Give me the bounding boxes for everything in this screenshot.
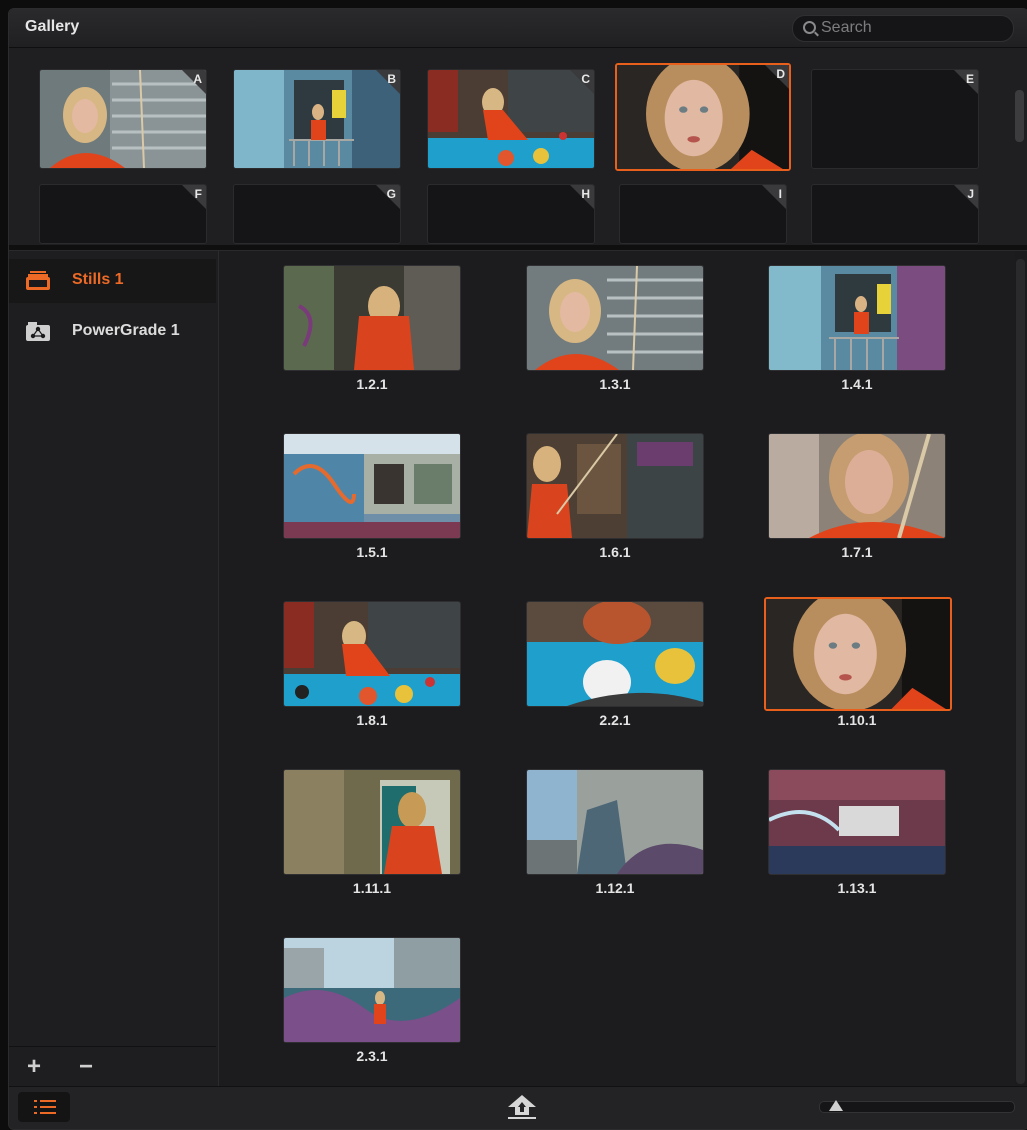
export-icon[interactable] — [505, 1093, 539, 1121]
album-label: PowerGrade 1 — [72, 322, 180, 339]
memory-label-i: I — [778, 187, 782, 201]
still-thumbnail — [769, 266, 945, 370]
memories-scrollbar[interactable] — [1015, 90, 1024, 142]
still-label: 1.12.1 — [595, 880, 635, 896]
memory-label-f: F — [194, 187, 202, 201]
stills-grid: 1.2.1 1.3.1 1.4.1 1.5.1 1.6.1 1.7.1 1.8.… — [219, 251, 1015, 1086]
still-label: 1.4.1 — [841, 376, 873, 392]
add-album-button[interactable]: + — [27, 1053, 41, 1081]
memory-slot-g[interactable]: G — [233, 184, 401, 244]
powergrade-album-icon — [26, 322, 50, 341]
memory-label-b: B — [387, 72, 396, 86]
memory-slot-h[interactable]: H — [427, 184, 595, 244]
still-label: 2.3.1 — [356, 1048, 388, 1064]
memory-label-h: H — [581, 187, 590, 201]
memory-label-a: A — [193, 72, 202, 86]
memory-slot-b[interactable]: B — [233, 69, 401, 169]
stills-album-icon — [26, 271, 50, 290]
still-thumbnail — [527, 770, 703, 874]
still-thumbnail — [527, 602, 703, 706]
still-thumbnail — [284, 938, 460, 1042]
album-sidebar: Stills 1 PowerGrade 1 + − — [9, 251, 219, 1086]
still-label: 1.13.1 — [837, 880, 877, 896]
remove-album-button[interactable]: − — [79, 1053, 93, 1081]
still-label: 1.2.1 — [356, 376, 388, 392]
still-thumbnail — [284, 770, 460, 874]
album-label: Stills 1 — [72, 271, 124, 288]
memory-thumbnail-d — [617, 65, 789, 169]
album-powergrade-1[interactable]: PowerGrade 1 — [9, 310, 216, 354]
gallery-title: Gallery — [25, 18, 80, 35]
still-label: 2.2.1 — [599, 712, 631, 728]
memory-slot-d[interactable]: D — [615, 63, 791, 171]
list-view-icon — [34, 1100, 56, 1114]
memory-label-c: C — [581, 72, 590, 86]
memory-label-e: E — [965, 72, 974, 86]
memory-slot-a[interactable]: A — [39, 69, 207, 169]
gallery-header: Gallery Search — [9, 9, 1027, 48]
album-controls: + − — [9, 1046, 216, 1087]
memory-corner — [954, 185, 978, 209]
memory-slot-c[interactable]: C — [427, 69, 595, 169]
album-stills-1[interactable]: Stills 1 — [9, 259, 216, 303]
memories-panel: A B C D E F G H I J — [9, 48, 1027, 245]
memory-slot-j[interactable]: J — [811, 184, 979, 244]
memory-slot-f[interactable]: F — [39, 184, 207, 244]
still-thumbnail — [766, 599, 950, 709]
still-label: 1.11.1 — [352, 880, 392, 896]
still-label: 1.3.1 — [599, 376, 631, 392]
still-thumbnail — [527, 434, 703, 538]
memory-label-d: D — [776, 67, 785, 81]
still-label: 1.6.1 — [599, 544, 631, 560]
still-label: 1.10.1 — [837, 712, 877, 728]
still-thumbnail — [284, 602, 460, 706]
search-icon — [803, 21, 816, 34]
still-label: 1.7.1 — [841, 544, 873, 560]
still-thumbnail — [284, 266, 460, 370]
zoom-slider-knob[interactable] — [829, 1100, 843, 1111]
still-thumbnail — [769, 770, 945, 874]
memory-corner — [762, 185, 786, 209]
bottom-toolbar — [9, 1086, 1027, 1129]
memory-label-g: G — [386, 187, 396, 201]
gallery-window: Gallery Search A B C D E F G H I J Still… — [8, 8, 1027, 1130]
memory-slot-e[interactable]: E — [811, 69, 979, 169]
stills-scrollbar[interactable] — [1016, 259, 1025, 1084]
still-label: 1.8.1 — [356, 712, 388, 728]
search-input[interactable]: Search — [792, 15, 1014, 42]
memory-slot-i[interactable]: I — [619, 184, 787, 244]
memory-label-j: J — [967, 187, 974, 201]
still-thumbnail — [284, 434, 460, 538]
still-label: 1.5.1 — [356, 544, 388, 560]
search-placeholder: Search — [821, 19, 872, 36]
zoom-slider[interactable] — [819, 1100, 1015, 1113]
still-thumbnail — [769, 434, 945, 538]
still-thumbnail — [527, 266, 703, 370]
list-view-button[interactable] — [18, 1092, 70, 1122]
